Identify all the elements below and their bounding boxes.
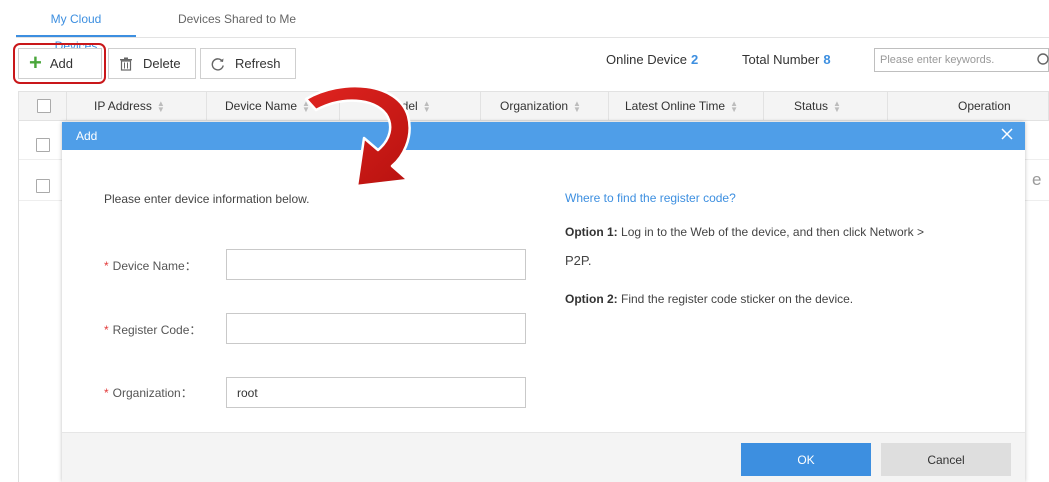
sort-icon: ▲ ▼ — [833, 98, 841, 114]
sort-icon: ▲ ▼ — [156, 98, 165, 114]
organization-label: * Organization： — [104, 384, 224, 401]
required-marker: * — [104, 259, 109, 273]
option-1-continuation: P2P. — [565, 253, 592, 268]
column-model[interactable]: Model ▲ ▼ — [340, 92, 481, 120]
column-operation: Operation — [888, 92, 1048, 120]
ok-button[interactable]: OK — [741, 443, 871, 476]
total-number-stat: Total Number 8 — [742, 52, 831, 67]
column-status[interactable]: Status ▲ ▼ — [764, 92, 888, 120]
column-ip-address-label: IP Address — [94, 99, 152, 113]
delete-button-label: Delete — [143, 56, 181, 71]
device-name-label: * Device Name： — [104, 257, 224, 274]
register-code-help-link[interactable]: Where to find the register code? — [565, 191, 736, 205]
sort-icon: ▲ ▼ — [302, 98, 310, 114]
trash-icon — [119, 57, 133, 71]
column-status-label: Status — [794, 99, 829, 113]
total-number-count: 8 — [823, 52, 831, 67]
search-icon[interactable] — [1036, 52, 1049, 68]
column-operation-label: Operation — [958, 99, 1011, 113]
register-code-label: * Register Code： — [104, 321, 224, 338]
device-name-input[interactable] — [226, 249, 526, 280]
sort-icon: ▲ ▼ — [422, 98, 431, 114]
search-input[interactable] — [874, 48, 1049, 72]
device-table-header: IP Address ▲ ▼ Device Name ▲ ▼ Model ▲ ▼ Organ… — [18, 91, 1049, 121]
option-1-label: Option 1: — [565, 225, 618, 239]
column-organization-label: Organization — [500, 99, 569, 113]
organization-input[interactable] — [226, 377, 526, 408]
refresh-icon — [211, 57, 225, 71]
refresh-button-label: Refresh — [235, 56, 281, 71]
online-device-count: 2 — [690, 52, 699, 67]
sort-icon: ▲ ▼ — [730, 98, 738, 114]
option-1-text: Option 1: Log in to the Web of the devic… — [565, 225, 924, 239]
online-device-label: Online Device — [606, 52, 687, 67]
dialog-header: Add — [62, 122, 1025, 150]
organization-label-text: Organization： — [112, 386, 193, 400]
device-name-label-text: Device Name： — [112, 259, 197, 273]
add-button-highlight — [13, 43, 106, 84]
option-2-instructions: Find the register code sticker on the de… — [621, 292, 854, 306]
column-latest-online-time[interactable]: Latest Online Time ▲ ▼ — [609, 92, 764, 120]
required-marker: * — [104, 323, 109, 337]
close-icon[interactable] — [999, 126, 1015, 142]
register-code-label-text: Register Code： — [112, 323, 202, 337]
register-code-input[interactable] — [226, 313, 526, 344]
option-2-label: Option 2: — [565, 292, 618, 306]
tab-devices-shared-to-me[interactable]: Devices Shared to Me — [162, 6, 312, 37]
column-organization[interactable]: Organization ▲ ▼ — [481, 92, 609, 120]
background-text-fragment: e — [1032, 170, 1042, 189]
dialog-intro-text: Please enter device information below. — [104, 192, 310, 206]
column-device-name[interactable]: Device Name ▲ ▼ — [207, 92, 340, 120]
refresh-button[interactable]: Refresh — [200, 48, 296, 79]
total-number-label: Total Number — [742, 52, 820, 67]
device-tabs: My Cloud Devices Devices Shared to Me — [16, 6, 1049, 53]
row-checkbox[interactable] — [36, 179, 50, 193]
row-checkbox[interactable] — [36, 138, 50, 152]
column-device-name-label: Device Name — [225, 99, 298, 113]
sort-icon: ▲ ▼ — [573, 98, 581, 114]
tab-my-cloud-devices[interactable]: My Cloud Devices — [16, 6, 136, 53]
column-latest-online-time-label: Latest Online Time — [625, 99, 726, 113]
header-select-cell — [19, 92, 67, 120]
dialog-footer: OK Cancel — [62, 432, 1025, 482]
option-2-text: Option 2: Find the register code sticker… — [565, 292, 853, 306]
column-model-label: Model — [385, 99, 418, 113]
select-all-checkbox[interactable] — [37, 99, 51, 113]
online-device-stat: Online Device 2 — [606, 52, 698, 67]
cancel-button[interactable]: Cancel — [881, 443, 1011, 476]
dialog-title: Add — [76, 129, 98, 143]
required-marker: * — [104, 386, 109, 400]
column-ip-address[interactable]: IP Address ▲ ▼ — [67, 92, 207, 120]
add-device-dialog: Add Please enter device information belo… — [62, 122, 1025, 482]
delete-button[interactable]: Delete — [108, 48, 196, 79]
option-1-instructions: Log in to the Web of the device, and the… — [621, 225, 924, 239]
table-left-border — [18, 121, 19, 482]
